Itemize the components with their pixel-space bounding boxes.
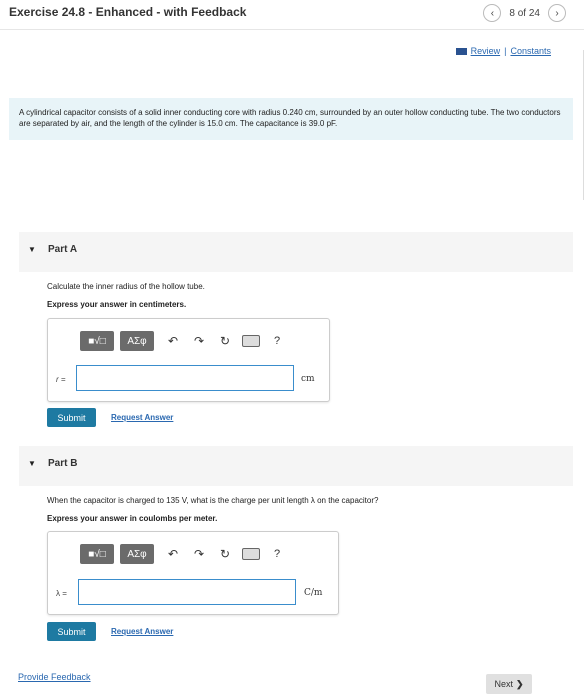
page-title: Exercise 24.8 - Enhanced - with Feedback (9, 5, 247, 19)
part-a-header[interactable]: ▼ Part A (19, 232, 573, 272)
part-a-toolbar: ■√□ ΑΣφ ↶ ↷ ↻ ? (80, 331, 294, 351)
next-button-label: Next (494, 679, 513, 689)
part-b-instruction: Express your answer in coulombs per mete… (47, 514, 218, 523)
symbols-button[interactable]: ΑΣφ (120, 331, 154, 351)
part-a-label: Part A (48, 244, 78, 255)
chevron-right-icon: ❯ (515, 678, 524, 689)
part-b-toolbar: ■√□ ΑΣφ ↶ ↷ ↻ ? (80, 544, 294, 564)
symbols-button[interactable]: ΑΣφ (120, 544, 154, 564)
part-a-submit-button[interactable]: Submit (47, 408, 96, 427)
part-a-instruction: Express your answer in centimeters. (47, 300, 187, 309)
header-divider (0, 29, 584, 30)
undo-icon[interactable]: ↶ (164, 544, 182, 564)
part-b-submit-button[interactable]: Submit (47, 622, 96, 641)
part-a-variable: r = (56, 375, 66, 384)
part-a-answer-input[interactable] (76, 365, 294, 391)
help-icon[interactable]: ? (268, 544, 286, 564)
keyboard-icon[interactable] (242, 544, 260, 564)
part-a-question: Calculate the inner radius of the hollow… (47, 282, 205, 291)
next-button[interactable]: Next ❯ (486, 674, 532, 694)
part-b-label: Part B (48, 458, 78, 469)
part-a-request-answer-link[interactable]: Request Answer (111, 413, 173, 422)
undo-icon[interactable]: ↶ (164, 331, 182, 351)
part-b-unit: C/m (304, 588, 323, 598)
pager: ‹ 8 of 24 (483, 4, 540, 22)
part-a-answer-box: ■√□ ΑΣφ ↶ ↷ ↻ ? r = cm (47, 318, 330, 402)
reset-icon[interactable]: ↻ (216, 544, 234, 564)
pager-text: 8 of 24 (509, 7, 540, 19)
part-a-unit: cm (301, 374, 315, 384)
part-b-question: When the capacitor is charged to 135 V, … (47, 496, 379, 505)
help-icon[interactable]: ? (268, 331, 286, 351)
review-icon (455, 47, 467, 55)
keyboard-icon[interactable] (242, 331, 260, 351)
templates-button[interactable]: ■√□ (80, 331, 114, 351)
problem-statement: A cylindrical capacitor consists of a so… (9, 98, 573, 140)
resource-links: Review | Constants (455, 46, 551, 56)
templates-button[interactable]: ■√□ (80, 544, 114, 564)
chevron-left-icon[interactable]: ‹ (483, 4, 502, 22)
review-link[interactable]: Review (471, 46, 501, 56)
chevron-right-icon[interactable]: › (548, 4, 566, 22)
part-b-answer-box: ■√□ ΑΣφ ↶ ↷ ↻ ? λ = C/m (47, 531, 339, 615)
link-separator: | (504, 46, 507, 56)
part-b-answer-input[interactable] (78, 579, 296, 605)
reset-icon[interactable]: ↻ (216, 331, 234, 351)
provide-feedback-link[interactable]: Provide Feedback (18, 672, 91, 682)
redo-icon[interactable]: ↷ (190, 331, 208, 351)
part-b-header[interactable]: ▼ Part B (19, 446, 573, 486)
part-b-request-answer-link[interactable]: Request Answer (111, 627, 173, 636)
redo-icon[interactable]: ↷ (190, 544, 208, 564)
collapse-arrow-icon[interactable]: ▼ (28, 245, 36, 254)
constants-link[interactable]: Constants (510, 46, 551, 56)
part-b-variable: λ = (56, 589, 67, 598)
collapse-arrow-icon[interactable]: ▼ (28, 459, 36, 468)
